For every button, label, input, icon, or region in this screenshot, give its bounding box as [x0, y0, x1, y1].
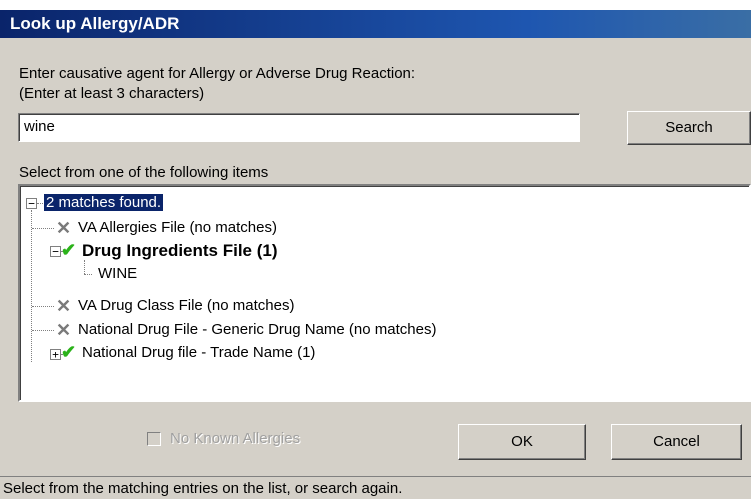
- collapse-root-icon[interactable]: −: [26, 198, 37, 209]
- x-icon: ✕: [56, 218, 72, 238]
- tree-root-node[interactable]: 2 matches found.: [42, 193, 165, 212]
- tree-item-drug-ingredients[interactable]: Drug Ingredients File (1): [82, 241, 278, 261]
- ok-button[interactable]: OK: [458, 424, 586, 460]
- tree-connector: [32, 306, 54, 307]
- tree-item-wine[interactable]: WINE: [98, 265, 137, 282]
- top-strip: [0, 0, 751, 10]
- search-button[interactable]: Search: [627, 111, 751, 145]
- tree-connector: [32, 228, 54, 229]
- tree-connector: [32, 330, 54, 331]
- status-bar: Select from the matching entries on the …: [0, 476, 751, 499]
- tree-item-va-drug-class[interactable]: VA Drug Class File (no matches): [78, 297, 294, 314]
- search-input[interactable]: wine: [18, 113, 580, 142]
- tree-item-national-drug-generic[interactable]: National Drug File - Generic Drug Name (…: [78, 321, 436, 338]
- nka-checkbox[interactable]: [147, 432, 161, 446]
- tree-connector: [84, 260, 85, 274]
- tree-item-va-allergies[interactable]: VA Allergies File (no matches): [78, 219, 277, 236]
- check-icon: ✔: [61, 240, 77, 260]
- dialog-title: Look up Allergy/ADR: [0, 10, 751, 38]
- list-label: Select from one of the following items: [19, 164, 269, 181]
- lookup-dialog: Look up Allergy/ADR Enter causative agen…: [0, 0, 751, 499]
- tree-connector: [84, 274, 92, 275]
- expand-trade-name-icon[interactable]: +: [50, 349, 61, 360]
- x-icon: ✕: [56, 320, 72, 340]
- cancel-button[interactable]: Cancel: [611, 424, 742, 460]
- prompt-line-1: Enter causative agent for Allergy or Adv…: [19, 65, 416, 82]
- prompt-line-2: (Enter at least 3 characters): [19, 85, 205, 102]
- x-icon: ✕: [56, 296, 72, 316]
- nka-label: No Known Allergies: [170, 430, 301, 447]
- tree-root-label: 2 matches found.: [42, 193, 165, 212]
- check-icon: ✔: [61, 342, 77, 362]
- tree-connector: [31, 210, 32, 362]
- tree-connector: [37, 203, 43, 204]
- tree-item-national-drug-trade[interactable]: National Drug file - Trade Name (1): [82, 344, 315, 361]
- collapse-drug-ingredients-icon[interactable]: −: [50, 246, 61, 257]
- results-tree[interactable]: − 2 matches found. ✕ VA Allergies File (…: [18, 184, 751, 402]
